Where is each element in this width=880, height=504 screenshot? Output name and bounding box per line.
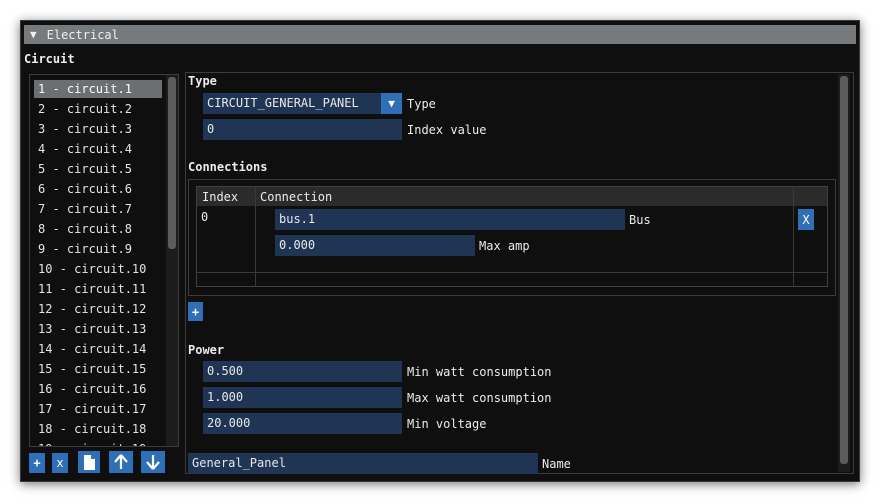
list-item[interactable]: 9 - circuit.9 xyxy=(34,240,162,258)
arrow-up-icon xyxy=(114,454,128,469)
connection-row-index: 0 xyxy=(201,210,209,224)
list-item[interactable]: 11 - circuit.11 xyxy=(34,280,162,298)
move-down-button[interactable] xyxy=(141,451,165,473)
list-item[interactable]: 17 - circuit.17 xyxy=(34,400,162,418)
move-up-button[interactable] xyxy=(109,451,133,473)
table-divider xyxy=(197,272,827,273)
index-value-label: Index value xyxy=(407,123,487,137)
circuit-list-scrollbar[interactable] xyxy=(166,75,178,446)
bus-label: Bus xyxy=(629,213,651,227)
list-item[interactable]: 10 - circuit.10 xyxy=(34,260,162,278)
connections-section-title: Connections xyxy=(188,160,268,174)
name-label: Name xyxy=(542,457,571,471)
list-item[interactable]: 5 - circuit.5 xyxy=(34,160,162,178)
add-circuit-button[interactable]: + xyxy=(29,453,45,473)
column-header-index: Index xyxy=(202,190,239,204)
max-watt-field[interactable]: 1.000 xyxy=(203,387,402,408)
chevron-down-icon[interactable]: ▼ xyxy=(381,93,402,114)
circuit-list[interactable]: 1 - circuit.1 2 - circuit.2 3 - circuit.3 4… xyxy=(29,74,179,447)
document-icon xyxy=(84,454,95,470)
add-connection-button[interactable]: + xyxy=(188,302,203,321)
list-item[interactable]: 1 - circuit.1 xyxy=(34,80,162,98)
name-field[interactable]: General_Panel xyxy=(188,453,538,474)
electrical-section-header[interactable]: ▼ Electrical xyxy=(24,25,856,44)
list-item[interactable]: 19 - circuit.19 xyxy=(34,440,162,446)
type-label: Type xyxy=(407,97,436,111)
type-section-title: Type xyxy=(188,74,217,88)
circuit-label: Circuit xyxy=(24,52,75,66)
remove-connection-button[interactable]: X xyxy=(798,209,814,230)
index-value-field[interactable]: 0 xyxy=(203,119,402,140)
list-item[interactable]: 13 - circuit.13 xyxy=(34,320,162,338)
list-item[interactable]: 14 - circuit.14 xyxy=(34,340,162,358)
power-section-title: Power xyxy=(188,343,225,357)
list-item[interactable]: 4 - circuit.4 xyxy=(34,140,162,158)
list-item[interactable]: 18 - circuit.18 xyxy=(34,420,162,438)
type-dropdown[interactable]: CIRCUIT_GENERAL_PANEL xyxy=(203,93,381,114)
max-amp-field[interactable]: 0.000 xyxy=(275,235,475,256)
details-scrollbar[interactable] xyxy=(838,74,850,472)
details-scroll-thumb[interactable] xyxy=(840,76,848,464)
min-voltage-field[interactable]: 20.000 xyxy=(203,413,402,434)
circuit-list-scroll-thumb[interactable] xyxy=(168,77,176,249)
list-item[interactable]: 6 - circuit.6 xyxy=(34,180,162,198)
min-voltage-label: Min voltage xyxy=(407,417,487,431)
list-item[interactable]: 7 - circuit.7 xyxy=(34,200,162,218)
list-item[interactable]: 15 - circuit.15 xyxy=(34,360,162,378)
list-item[interactable]: 3 - circuit.3 xyxy=(34,120,162,138)
min-watt-field[interactable]: 0.500 xyxy=(203,361,402,382)
remove-circuit-button[interactable]: x xyxy=(52,453,68,473)
section-title: Electrical xyxy=(46,27,119,42)
arrow-down-icon xyxy=(146,455,160,470)
max-amp-label: Max amp xyxy=(479,239,530,253)
bus-field[interactable]: bus.1 xyxy=(275,209,625,230)
collapse-triangle-icon[interactable]: ▼ xyxy=(30,28,37,41)
min-watt-label: Min watt consumption xyxy=(407,365,552,379)
copy-circuit-button[interactable] xyxy=(78,451,100,473)
max-watt-label: Max watt consumption xyxy=(407,391,552,405)
list-item[interactable]: 16 - circuit.16 xyxy=(34,380,162,398)
column-header-connection: Connection xyxy=(260,190,333,204)
list-item[interactable]: 2 - circuit.2 xyxy=(34,100,162,118)
list-item[interactable]: 12 - circuit.12 xyxy=(34,300,162,318)
list-item[interactable]: 8 - circuit.8 xyxy=(34,220,162,238)
